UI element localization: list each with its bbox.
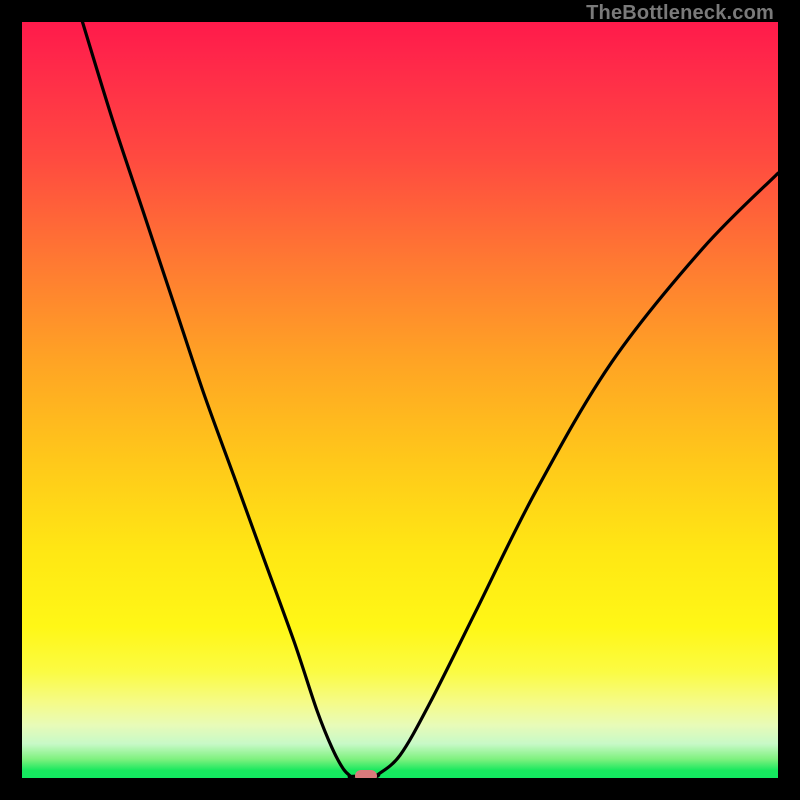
optimum-marker (355, 770, 377, 778)
chart-frame: TheBottleneck.com (0, 0, 800, 800)
plot-area (22, 22, 778, 778)
attribution-text: TheBottleneck.com (586, 2, 774, 25)
bottleneck-curve (22, 22, 778, 778)
